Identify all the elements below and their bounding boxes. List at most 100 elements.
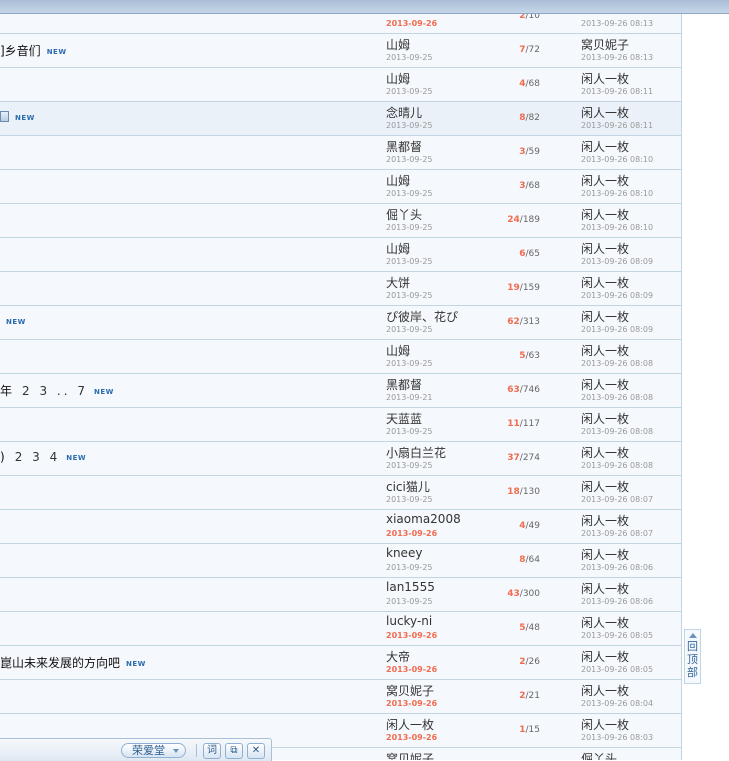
- author-name[interactable]: lan1555: [386, 580, 435, 594]
- author-name[interactable]: 大饼: [386, 274, 410, 291]
- author-name[interactable]: lucky-ni: [386, 614, 432, 628]
- table-row[interactable]: 大饼 2013-09-25 19/159 闲人一枚 2013-09-26 08:09: [0, 272, 681, 306]
- table-row[interactable]: 黑都督 2013-09-25 3/59 闲人一枚 2013-09-26 08:10: [0, 136, 681, 170]
- last-post-time[interactable]: 2013-09-26 08:10: [581, 189, 653, 198]
- last-poster[interactable]: 闲人一枚: [581, 376, 629, 393]
- author-name[interactable]: 闲人一枚: [386, 716, 434, 733]
- last-poster[interactable]: 闲人一枚: [581, 342, 629, 359]
- close-button[interactable]: ✕: [247, 743, 265, 759]
- last-post-time[interactable]: 2013-09-26 08:09: [581, 325, 653, 334]
- author-name[interactable]: 山姆: [386, 240, 410, 257]
- last-post-time[interactable]: 2013-09-26 08:06: [581, 597, 653, 606]
- page-links[interactable]: 2 3 .. 7: [22, 384, 88, 398]
- last-post-time[interactable]: 2013-09-26 08:11: [581, 121, 653, 130]
- word-button[interactable]: 词: [203, 743, 221, 759]
- table-row[interactable]: 天蓝蓝 2013-09-25 11/117 闲人一枚 2013-09-26 08:08: [0, 408, 681, 442]
- thread-title[interactable]: 年 2 3 .. 7 NEW: [0, 382, 114, 399]
- author-name[interactable]: 山姆: [386, 70, 410, 87]
- last-poster[interactable]: 闲人一枚: [581, 512, 629, 529]
- table-row[interactable]: 倔丫头 2013-09-25 24/189 闲人一枚 2013-09-26 08:10: [0, 204, 681, 238]
- last-post-time[interactable]: 2013-09-26 08:13: [581, 53, 653, 62]
- table-row[interactable]: 山姆 2013-09-25 5/63 闲人一枚 2013-09-26 08:08: [0, 340, 681, 374]
- author-name[interactable]: 山姆: [386, 172, 410, 189]
- last-post-time[interactable]: 2013-09-26 08:05: [581, 631, 653, 640]
- author-name[interactable]: 黑都督: [386, 138, 422, 155]
- author-name[interactable]: kneey: [386, 546, 422, 560]
- last-poster[interactable]: 闲人一枚: [581, 648, 629, 665]
- last-poster[interactable]: 闲人一枚: [581, 172, 629, 189]
- table-row[interactable]: ) 2 3 4 NEW 小扇白兰花 2013-09-25 37/274 闲人一枚 2013-0…: [0, 442, 681, 476]
- last-poster[interactable]: 窝贝妮子: [581, 36, 629, 53]
- table-row[interactable]: 山姆 2013-09-25 6/65 闲人一枚 2013-09-26 08:09: [0, 238, 681, 272]
- author-name[interactable]: 倔丫头: [386, 206, 422, 223]
- table-row[interactable]: 年 2 3 .. 7 NEW 黑都督 2013-09-21 63/746 闲人一枚 2013-…: [0, 374, 681, 408]
- table-row[interactable]: 崑山未来发展的方向吧 NEW 大帝 2013-09-26 2/26 闲人一枚 2013-09…: [0, 646, 681, 680]
- last-post-time[interactable]: 2013-09-26 08:09: [581, 291, 653, 300]
- copy-button[interactable]: ⧉: [225, 743, 243, 759]
- last-post-time[interactable]: 2013-09-26 08:05: [581, 665, 653, 674]
- last-poster[interactable]: 闲人一枚: [581, 478, 629, 495]
- table-row[interactable]: lucky-ni 2013-09-26 5/48 闲人一枚 2013-09-26 08:…: [0, 612, 681, 646]
- last-poster[interactable]: 闲人一枚: [581, 444, 629, 461]
- table-row[interactable]: kneey 2013-09-25 8/64 闲人一枚 2013-09-26 08:06: [0, 544, 681, 578]
- last-poster[interactable]: 闲人一枚: [581, 410, 629, 427]
- table-row[interactable]: 山姆 2013-09-25 4/68 闲人一枚 2013-09-26 08:11: [0, 68, 681, 102]
- last-poster[interactable]: 闲人一枚: [581, 580, 629, 597]
- last-poster[interactable]: 闲人一枚: [581, 682, 629, 699]
- last-post-time[interactable]: 2013-09-26 08:11: [581, 87, 653, 96]
- thread-title[interactable]: NEW: [0, 110, 35, 124]
- last-post-time[interactable]: 2013-09-26 08:07: [581, 529, 653, 538]
- author-name[interactable]: 山姆: [386, 36, 410, 53]
- last-poster[interactable]: 闲人一枚: [581, 308, 629, 325]
- last-poster[interactable]: 闲人一枚: [581, 546, 629, 563]
- last-post-time[interactable]: 2013-09-26 08:03: [581, 733, 653, 742]
- author-name[interactable]: 窝贝妮子: [386, 682, 434, 699]
- table-row[interactable]: lan1555 2013-09-25 43/300 闲人一枚 2013-09-26 08…: [0, 578, 681, 612]
- last-poster[interactable]: 闲人一枚: [581, 240, 629, 257]
- last-post-time[interactable]: 2013-09-26 08:13: [581, 19, 653, 28]
- table-row[interactable]: 窝贝妮子 2013-09-26 2/21 闲人一枚 2013-09-26 08:04: [0, 680, 681, 714]
- table-row[interactable]: NEW 念晴儿 2013-09-25 8/82 闲人一枚 2013-09-26 08:11: [0, 102, 681, 136]
- author-name[interactable]: ぴ彼岸、花ぴ: [386, 308, 458, 325]
- author-name[interactable]: 小扇白兰花: [386, 444, 446, 461]
- community-dropdown[interactable]: 荣爱堂: [121, 743, 186, 758]
- author-name[interactable]: xiaoma2008: [386, 512, 461, 526]
- last-poster[interactable]: 闲人一枚: [581, 206, 629, 223]
- thread-title[interactable]: ) 2 3 4 NEW: [0, 450, 86, 464]
- author-name[interactable]: 山姆: [386, 342, 410, 359]
- page-links[interactable]: 2 3 4: [15, 450, 61, 464]
- table-row[interactable]: NEW ぴ彼岸、花ぴ 2013-09-25 62/313 闲人一枚 2013-09-26 …: [0, 306, 681, 340]
- author-name[interactable]: cici猫儿: [386, 478, 430, 495]
- table-row[interactable]: 2013-09-26 2/10 2013-09-26 08:13: [0, 14, 681, 34]
- last-poster[interactable]: 闲人一枚: [581, 614, 629, 631]
- last-poster[interactable]: 闲人一枚: [581, 104, 629, 121]
- last-poster[interactable]: 倔丫头: [581, 750, 617, 760]
- table-row[interactable]: 山姆 2013-09-25 3/68 闲人一枚 2013-09-26 08:10: [0, 170, 681, 204]
- last-post-time[interactable]: 2013-09-26 08:10: [581, 223, 653, 232]
- author-name[interactable]: 黑都督: [386, 376, 422, 393]
- last-poster[interactable]: 闲人一枚: [581, 138, 629, 155]
- last-post-time[interactable]: 2013-09-26 08:10: [581, 155, 653, 164]
- last-post-time[interactable]: 2013-09-26 08:09: [581, 257, 653, 266]
- back-to-top-button[interactable]: 回顶部: [684, 629, 701, 684]
- last-post-time[interactable]: 2013-09-26 08:08: [581, 461, 653, 470]
- author-name[interactable]: 大帝: [386, 648, 410, 665]
- table-row[interactable]: xiaoma2008 2013-09-26 4/49 闲人一枚 2013-09-26 0…: [0, 510, 681, 544]
- last-post-time[interactable]: 2013-09-26 08:08: [581, 359, 653, 368]
- author-name[interactable]: 念晴儿: [386, 104, 422, 121]
- last-post-time[interactable]: 2013-09-26 08:08: [581, 427, 653, 436]
- last-post-time[interactable]: 2013-09-26 08:04: [581, 699, 653, 708]
- author-name[interactable]: 窝贝妮子: [386, 750, 434, 760]
- author-name[interactable]: 天蓝蓝: [386, 410, 422, 427]
- table-row[interactable]: ]乡音们 NEW 山姆 2013-09-25 7/72 窝贝妮子 2013-09-26 08…: [0, 34, 681, 68]
- last-post-time[interactable]: 2013-09-26 08:08: [581, 393, 653, 402]
- last-post-time[interactable]: 2013-09-26 08:07: [581, 495, 653, 504]
- last-poster[interactable]: 闲人一枚: [581, 716, 629, 733]
- last-poster[interactable]: 闲人一枚: [581, 274, 629, 291]
- table-row[interactable]: cici猫儿 2013-09-25 18/130 闲人一枚 2013-09-26 08:…: [0, 476, 681, 510]
- thread-title[interactable]: NEW: [0, 314, 26, 328]
- last-poster[interactable]: 闲人一枚: [581, 70, 629, 87]
- thread-title[interactable]: 崑山未来发展的方向吧 NEW: [0, 654, 146, 671]
- thread-title[interactable]: ]乡音们 NEW: [0, 42, 67, 59]
- last-post-time[interactable]: 2013-09-26 08:06: [581, 563, 653, 572]
